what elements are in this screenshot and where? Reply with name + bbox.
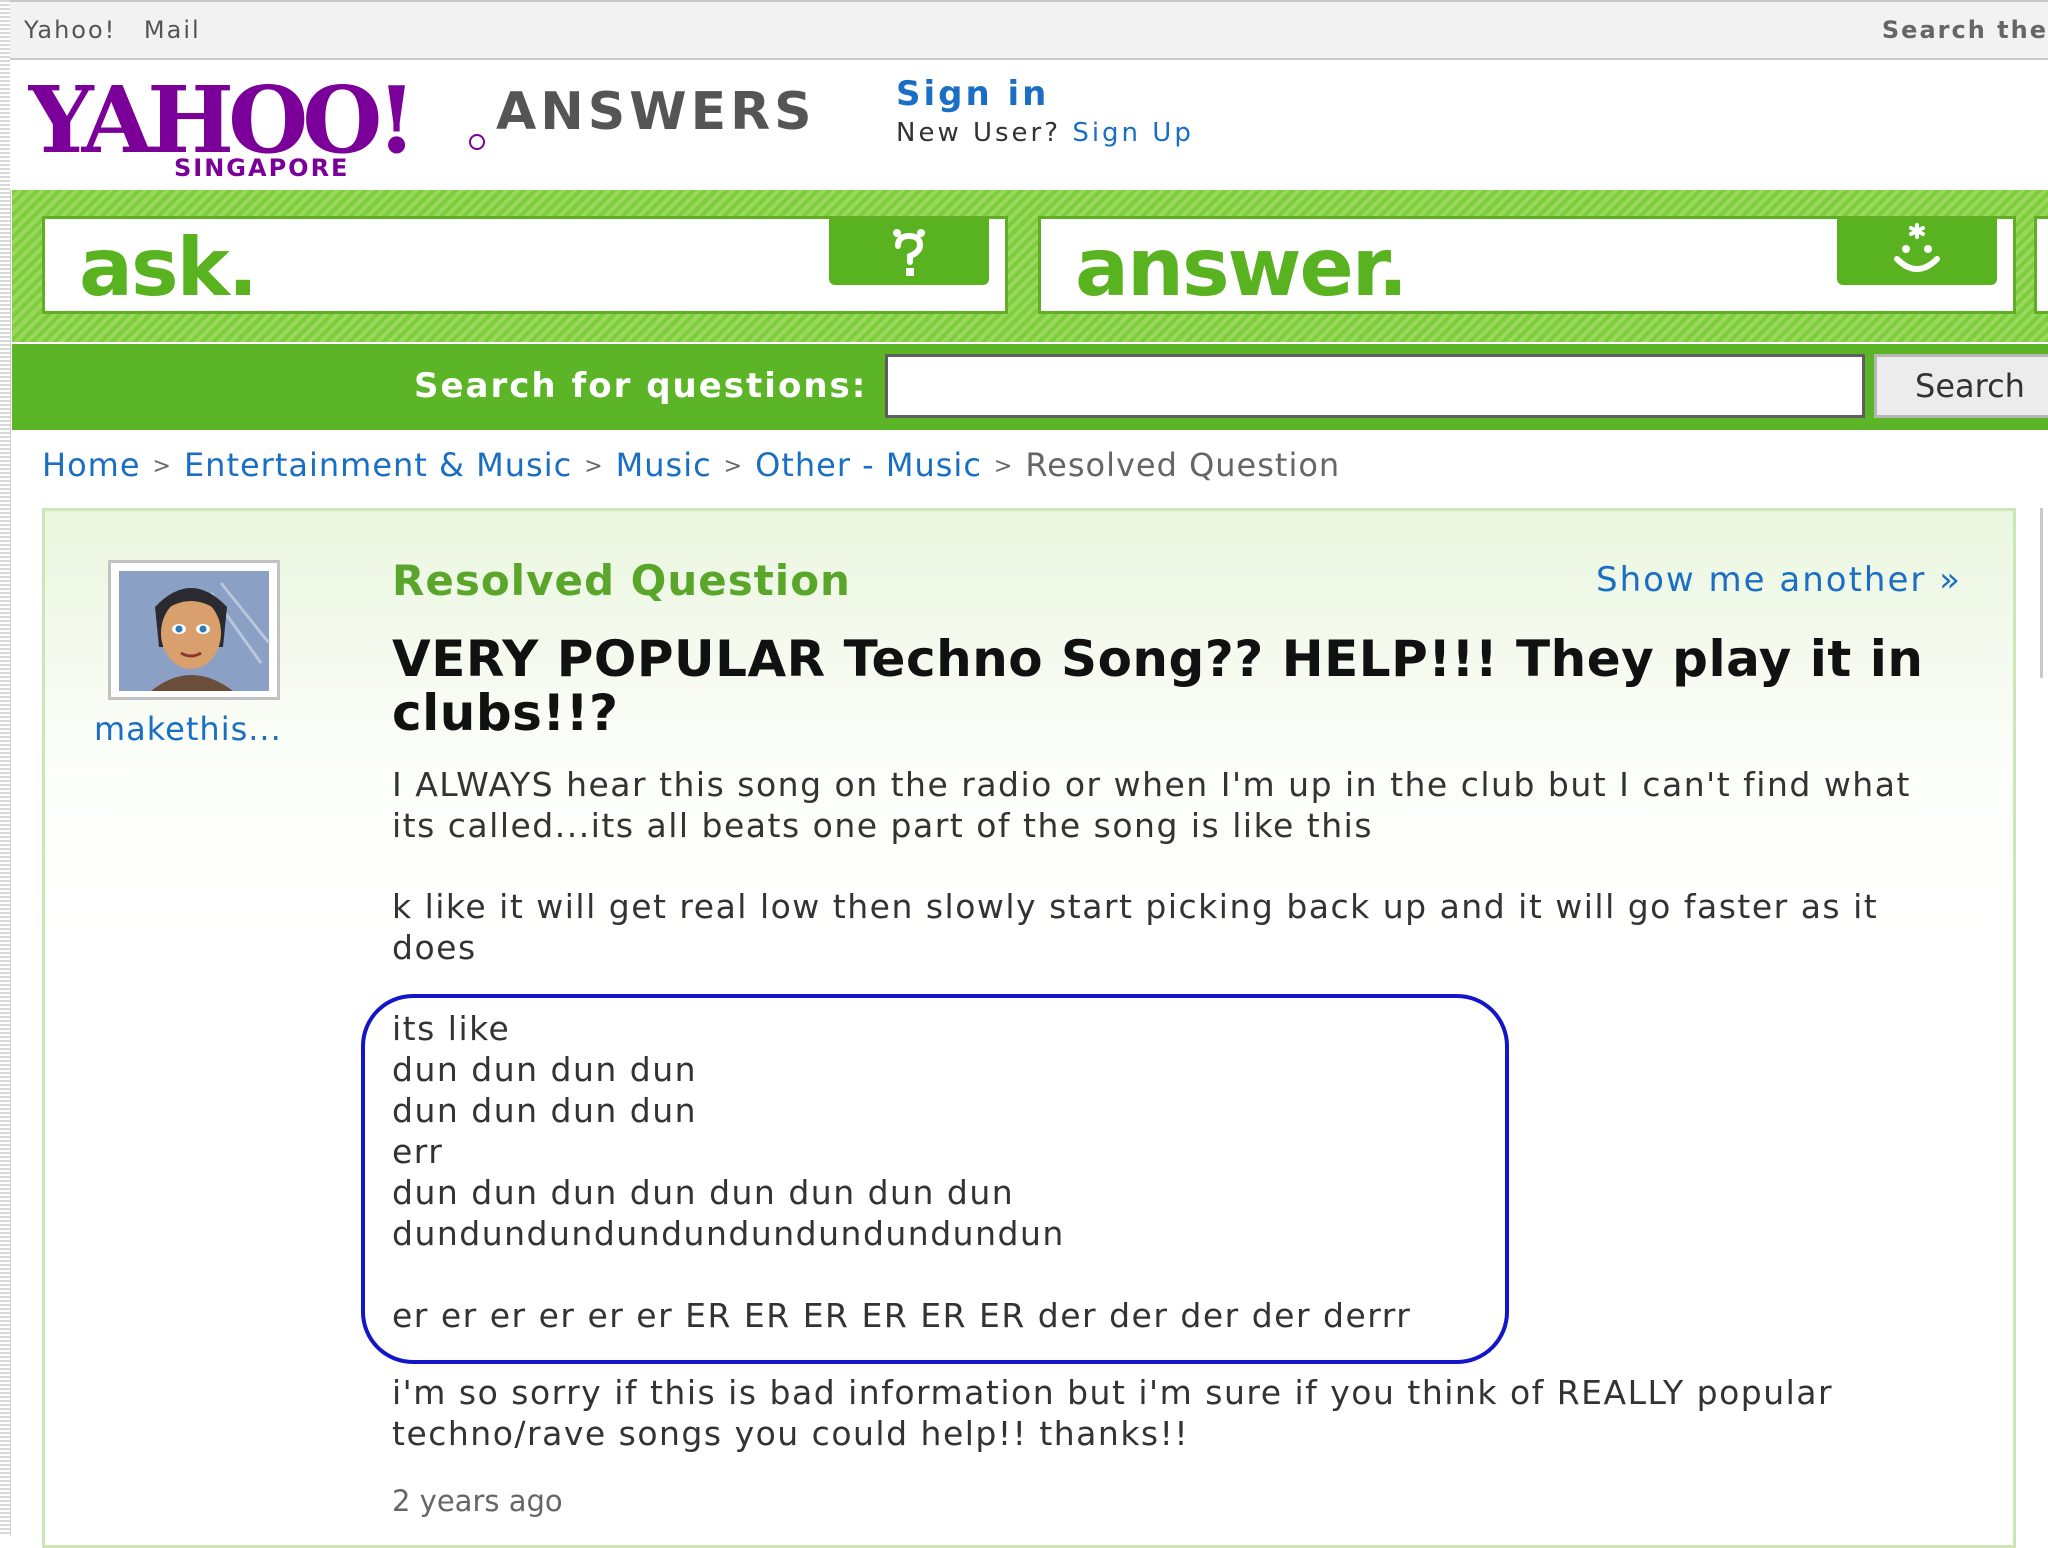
show-me-another-link[interactable]: Show me another » <box>1596 560 1962 600</box>
question-timestamp: 2 years ago <box>392 1484 563 1518</box>
search-web-label: Search the <box>1881 16 2048 44</box>
yahoo-link[interactable]: Yahoo! <box>24 16 116 44</box>
sign-up-link[interactable]: Sign Up <box>1072 118 1194 148</box>
answers-wordmark: ANSWERS <box>496 82 816 142</box>
breadcrumb-separator: > <box>584 454 604 479</box>
breadcrumb-current: Resolved Question <box>1025 446 1341 484</box>
left-page-edge <box>0 0 11 1536</box>
answer-box[interactable]: answer. <box>1038 216 2016 314</box>
question-search-bar: Search for questions: Search <box>12 344 2048 430</box>
search-button[interactable]: Search <box>1874 354 2048 418</box>
partial-box-right <box>2034 216 2048 314</box>
ask-box[interactable]: ask. <box>42 216 1008 314</box>
yahoo-logo[interactable]: YAHOO! SINGAPORE <box>28 76 488 186</box>
top-links: Yahoo! Mail <box>24 16 219 44</box>
breadcrumb-other-music[interactable]: Other - Music <box>755 446 982 484</box>
question-title: VERY POPULAR Techno Song?? HELP!!! They … <box>392 630 1924 742</box>
resolved-question-heading: Resolved Question <box>392 556 851 605</box>
breadcrumb-separator: > <box>152 454 172 479</box>
breadcrumb: Home > Entertainment & Music > Music > Other -… <box>42 446 1340 484</box>
mail-link[interactable]: Mail <box>144 16 201 44</box>
breadcrumb-home[interactable]: Home <box>42 446 141 484</box>
asker-username[interactable]: makethis... <box>94 710 282 748</box>
breadcrumb-entertainment-music[interactable]: Entertainment & Music <box>184 446 572 484</box>
avatar[interactable] <box>108 560 280 700</box>
question-paragraph-1: I ALWAYS hear this song on the radio or … <box>392 765 1911 845</box>
search-label: Search for questions: <box>414 366 868 406</box>
right-panel-edge <box>2040 508 2048 678</box>
question-mark-icon[interactable] <box>829 219 989 285</box>
highlight-annotation-circle <box>361 994 1509 1364</box>
smiley-icon[interactable] <box>1837 219 1997 285</box>
new-user-label: New User? <box>896 118 1062 148</box>
browser-top-bar: Yahoo! Mail Search the <box>10 0 2048 60</box>
breadcrumb-separator: > <box>723 454 744 479</box>
logo-region: SINGAPORE <box>174 154 349 182</box>
answer-label: answer. <box>1075 221 1408 314</box>
new-user-text: New User? Sign Up <box>896 118 1194 148</box>
breadcrumb-separator: > <box>993 454 1014 479</box>
search-input[interactable] <box>885 354 1865 418</box>
ask-answer-band: ask. answer. <box>12 190 2048 342</box>
breadcrumb-music[interactable]: Music <box>616 446 712 484</box>
sign-in-area: Sign in New User? Sign Up <box>896 74 1194 148</box>
site-header: YAHOO! SINGAPORE ANSWERS Sign in New Use… <box>10 60 2048 190</box>
question-paragraph-4: i'm so sorry if this is bad information … <box>392 1373 1834 1453</box>
ask-label: ask. <box>79 221 258 314</box>
question-paragraph-2: k like it will get real low then slowly … <box>392 887 1879 967</box>
sign-in-link[interactable]: Sign in <box>896 74 1194 114</box>
